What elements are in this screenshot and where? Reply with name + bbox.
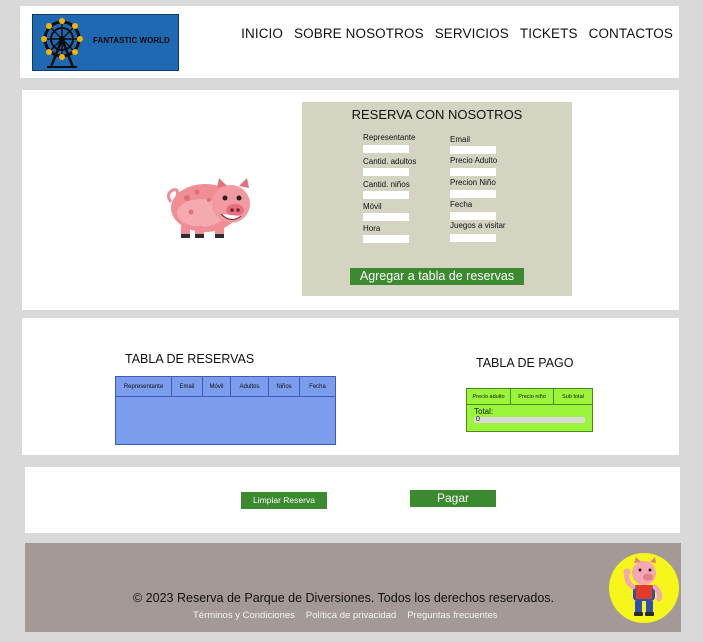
reservations-table: Representante Email Móvil Adultos Niños …	[115, 376, 336, 445]
label-fecha: Fecha	[450, 200, 473, 209]
col-email: Email	[172, 377, 203, 396]
nav-inicio[interactable]: INICIO	[241, 26, 283, 41]
nav-tickets[interactable]: TICKETS	[520, 26, 578, 41]
payment-table-title: TABLA DE PAGO	[476, 356, 574, 370]
form-title: RESERVA CON NOSOTROS	[351, 107, 523, 122]
col-precio-adulto: Precio adulto	[467, 389, 511, 404]
total-value: 0	[474, 416, 585, 423]
label-cantid-ninos: Cantid. niños	[363, 180, 410, 189]
logo[interactable]: FANTASTIC WORLD	[32, 14, 179, 71]
reservation-section: RESERVA CON NOSOTROS Representante Canti…	[22, 90, 679, 310]
nav-sobre-nosotros[interactable]: SOBRE NOSOTROS	[294, 26, 424, 41]
hora-input[interactable]	[363, 235, 409, 243]
total-label: Total:	[474, 407, 494, 416]
privacy-link[interactable]: Política de privacidad	[306, 610, 396, 621]
footer: © 2023 Reserva de Parque de Diversiones.…	[25, 543, 681, 632]
col-movil: Móvil	[203, 377, 231, 396]
label-precio-nino: Precion Niño	[450, 178, 496, 187]
movil-input[interactable]	[363, 213, 409, 221]
faq-link[interactable]: Preguntas frecuentes	[407, 610, 497, 621]
reservations-table-title: TABLA DE RESERVAS	[125, 352, 255, 366]
label-movil: Móvil	[363, 202, 382, 211]
col-representante: Representante	[116, 377, 172, 396]
actions-section: Limpiar Reserva Pagar	[25, 467, 680, 533]
col-precio-nino: Precio niño	[511, 389, 554, 404]
label-precio-adulto: Precio Adulto	[450, 156, 498, 165]
label-juegos-a-visitar: Juegos a visitar	[450, 221, 506, 230]
payment-table: Precio adulto Precio niño Sub total Tota…	[466, 388, 593, 432]
col-ninos: Niños	[269, 377, 300, 396]
clear-reservation-button[interactable]: Limpiar Reserva	[241, 492, 327, 509]
reservations-table-header: Representante Email Móvil Adultos Niños …	[116, 377, 335, 397]
label-email: Email	[450, 135, 471, 144]
precio-adulto-input[interactable]	[450, 168, 496, 176]
email-input[interactable]	[450, 146, 496, 154]
col-adultos: Adultos	[231, 377, 269, 396]
cantid-ninos-input[interactable]	[363, 191, 409, 199]
pay-button[interactable]: Pagar	[410, 490, 496, 507]
cantid-adultos-input[interactable]	[363, 168, 409, 176]
main-nav: INICIO SOBRE NOSOTROS SERVICIOS TICKETS …	[241, 26, 673, 41]
representante-input[interactable]	[363, 145, 409, 153]
nav-contactos[interactable]: CONTACTOS	[589, 26, 673, 41]
ferris-wheel-icon	[41, 18, 83, 68]
terms-link[interactable]: Términos y Condiciones	[193, 610, 295, 621]
payment-table-header: Precio adulto Precio niño Sub total	[467, 389, 592, 405]
add-reservation-button[interactable]: Agregar a tabla de reservas	[350, 268, 524, 285]
nav-servicios[interactable]: SERVICIOS	[435, 26, 509, 41]
col-fecha: Fecha	[309, 383, 326, 390]
footer-links: Términos y Condiciones Política de priva…	[193, 610, 498, 621]
reservation-form: RESERVA CON NOSOTROS Representante Canti…	[302, 102, 572, 296]
pig-chef-mascot-icon	[609, 553, 679, 623]
fecha-input[interactable]	[450, 212, 496, 220]
col-sub-total: Sub total	[562, 393, 584, 400]
label-cantid-adultos: Cantid. adultos	[363, 157, 417, 166]
precio-nino-input[interactable]	[450, 190, 496, 198]
logo-text: FANTASTIC WORLD	[93, 36, 170, 45]
label-representante: Representante	[363, 133, 416, 142]
header: FANTASTIC WORLD INICIO SOBRE NOSOTROS SE…	[20, 6, 679, 78]
juegos-a-visitar-input[interactable]	[450, 234, 496, 242]
label-hora: Hora	[363, 224, 381, 233]
copyright-text: © 2023 Reserva de Parque de Diversiones.…	[133, 591, 555, 605]
tables-section: TABLA DE RESERVAS Representante Email Mó…	[22, 318, 679, 455]
pig-mascot-icon	[166, 178, 250, 238]
